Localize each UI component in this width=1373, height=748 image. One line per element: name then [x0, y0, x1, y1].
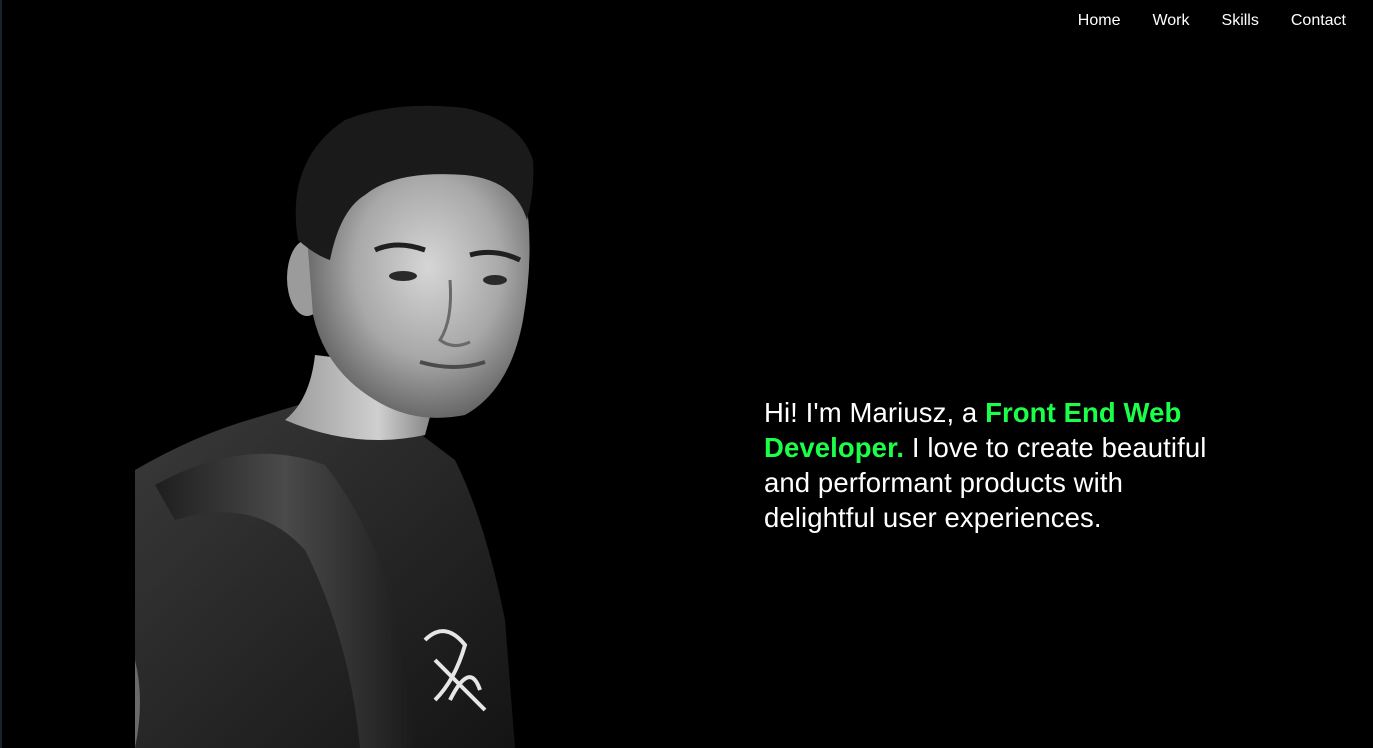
- nav-link-home[interactable]: Home: [1078, 13, 1121, 29]
- nav-link-skills[interactable]: Skills: [1222, 13, 1259, 29]
- hero-intro-text: Hi! I'm Mariusz, a: [764, 397, 986, 428]
- window-edge: [0, 0, 2, 748]
- hero-intro: Hi! I'm Mariusz, a Front End Web Develop…: [764, 395, 1234, 535]
- nav-link-contact[interactable]: Contact: [1291, 13, 1346, 29]
- profile-photo: [135, 105, 534, 748]
- main-nav: Home Work Skills Contact: [1046, 0, 1346, 42]
- page: Home Work Skills Contact Hi! I'm Mariusz…: [0, 0, 1373, 748]
- nav-link-work[interactable]: Work: [1152, 13, 1189, 29]
